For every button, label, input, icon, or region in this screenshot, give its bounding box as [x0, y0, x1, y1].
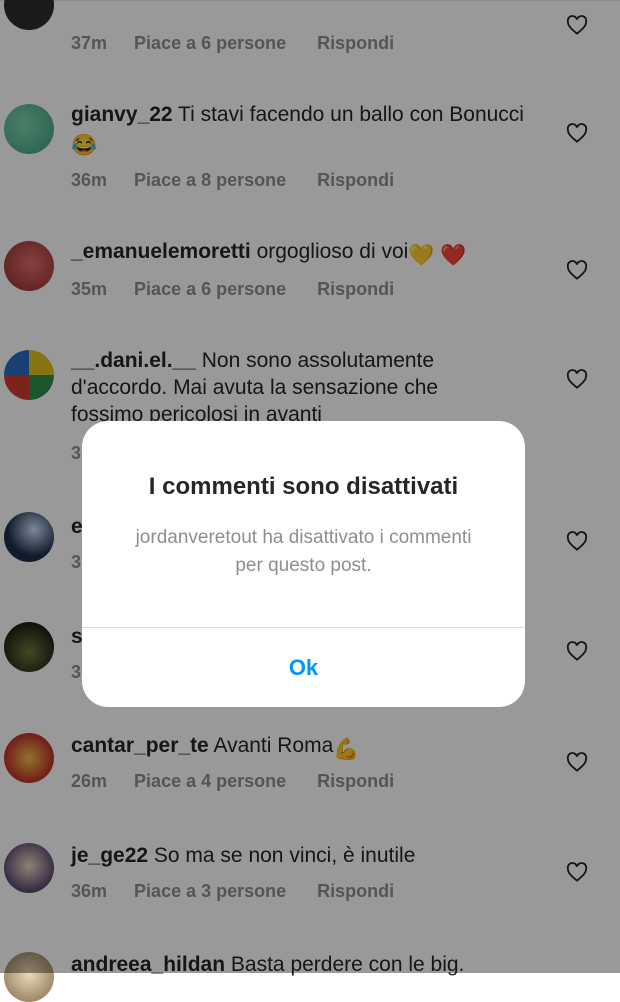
- ok-button[interactable]: Ok: [82, 628, 525, 707]
- dialog-title: I commenti sono disattivati: [148, 473, 459, 500]
- dialog-message: jordanveretout ha disattivato i commenti…: [135, 527, 472, 576]
- comments-disabled-dialog: I commenti sono disattivati jordanvereto…: [82, 421, 525, 707]
